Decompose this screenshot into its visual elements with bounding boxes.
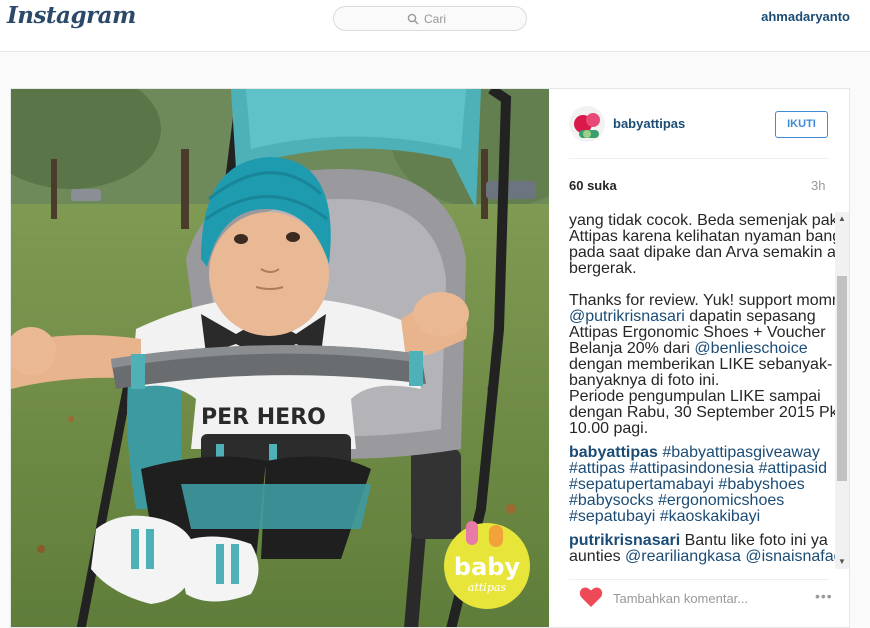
svg-text:baby: baby <box>454 553 521 581</box>
profile-username-link[interactable]: ahmadaryanto <box>761 9 850 24</box>
comments-scrollbar[interactable]: ▲ ▼ <box>835 212 849 569</box>
post-side-panel: babyattipas IKUTI 60 suka 3h yang tidak … <box>549 89 849 627</box>
comments-list[interactable]: yang tidak cocok. Beda semenjak pakai At… <box>569 212 837 569</box>
comment-line: aunties @reariliangkasa @isnaisnafadilla <box>569 548 837 565</box>
divider <box>569 579 829 580</box>
scrollbar-thumb[interactable] <box>837 276 847 481</box>
caption-line: dengan Rabu, 30 September 2015 Pkl. <box>569 404 837 421</box>
photo-illustration: DADDY PER HERO <box>11 89 549 627</box>
comment-line: babyattipas #babyattipasgiveaway <box>569 444 837 461</box>
top-navigation-bar: Instagram Cari ahmadaryanto <box>0 0 870 52</box>
caption-text: dapatin sepasang <box>684 308 816 325</box>
mention-link[interactable]: @isnaisnafadilla <box>745 548 837 565</box>
caption-line: Belanja 20% dari @benlieschoice <box>569 340 837 357</box>
caption-line: bergerak. <box>569 260 637 277</box>
more-options-icon[interactable]: ••• <box>815 588 833 604</box>
caption-line: dengan memberikan LIKE sebanyak- <box>569 356 833 373</box>
likes-count[interactable]: 60 suka <box>569 178 617 193</box>
post-photo[interactable]: DADDY PER HERO <box>11 89 549 627</box>
comment-item: babyattipas #babyattipasgiveaway #attipa… <box>569 444 837 525</box>
search-icon <box>407 13 419 25</box>
heart-like-icon[interactable] <box>579 586 603 608</box>
caption-text: Belanja 20% dari <box>569 340 695 357</box>
caption-line: Attipas karena kelihatan nyaman banget <box>569 228 837 245</box>
hashtag-link[interactable]: #sepatupertamabayi #babyshoes <box>569 476 837 493</box>
svg-text:attipas: attipas <box>468 581 507 594</box>
author-avatar[interactable] <box>569 106 605 142</box>
search-input[interactable]: Cari <box>333 6 527 31</box>
post-timestamp[interactable]: 3h <box>811 178 825 193</box>
caption-line: pada saat dipake dan Arva semakin aktif <box>569 244 837 261</box>
comment-username[interactable]: babyattipas <box>569 444 658 461</box>
divider <box>569 158 829 159</box>
mention-link[interactable]: @reariliangkasa <box>625 548 741 565</box>
comment-username[interactable]: putrikrisnasari <box>569 532 680 549</box>
hashtag-link[interactable]: #sepatubayi #kaoskakibayi <box>569 508 837 525</box>
author-username-link[interactable]: babyattipas <box>613 116 685 131</box>
add-comment-input[interactable] <box>613 589 813 607</box>
caption-line: banyaknya di foto ini. <box>569 372 720 389</box>
post-card: DADDY PER HERO <box>10 88 850 628</box>
scroll-down-arrow-icon[interactable]: ▼ <box>835 555 849 569</box>
hashtag-link[interactable]: #babyattipasgiveaway <box>662 444 819 461</box>
caption-line: Attipas Ergonomic Shoes + Voucher <box>569 324 826 341</box>
comment-item: putrikrisnasari Bantu like foto ini ya a… <box>569 532 837 565</box>
instagram-logo[interactable]: Instagram <box>7 2 136 29</box>
caption-paragraph-2: Thanks for review. Yuk! support mommy @p… <box>569 292 837 437</box>
caption-line: @putrikrisnasari dapatin sepasang <box>569 308 837 325</box>
comment-line: putrikrisnasari Bantu like foto ini ya <box>569 532 837 549</box>
svg-text:PER HERO: PER HERO <box>201 405 326 430</box>
caption-paragraph-1: yang tidak cocok. Beda semenjak pakai At… <box>569 212 837 277</box>
caption-line: 10.00 pagi. <box>569 420 649 437</box>
mention-link[interactable]: @putrikrisnasari <box>569 308 685 325</box>
hashtag-link[interactable]: #babysocks #ergonomicshoes <box>569 492 837 509</box>
comment-text: Bantu like foto ini ya <box>684 532 828 549</box>
follow-button[interactable]: IKUTI <box>775 111 828 138</box>
caption-line: yang tidak cocok. Beda semenjak pakai <box>569 212 837 229</box>
search-placeholder: Cari <box>424 12 447 26</box>
hashtag-link[interactable]: #attipas #attipasindonesia #attipasid <box>569 460 837 477</box>
mention-link[interactable]: @benlieschoice <box>694 340 807 357</box>
comment-text: aunties <box>569 548 626 565</box>
scroll-up-arrow-icon[interactable]: ▲ <box>835 212 849 226</box>
caption-line: Periode pengumpulan LIKE sampai <box>569 388 821 405</box>
caption-line: Thanks for review. Yuk! support mommy <box>569 292 837 309</box>
